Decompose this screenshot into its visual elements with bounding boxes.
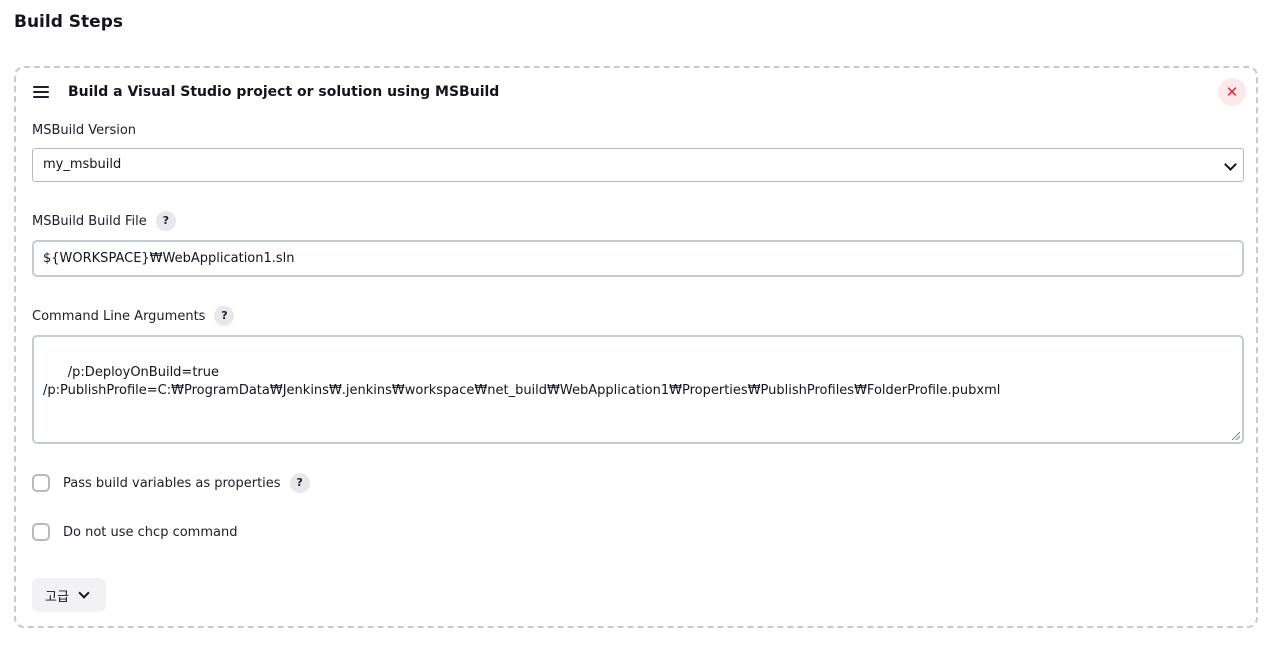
command-line-textarea[interactable]: /p:DeployOnBuild=true /p:PublishProfile=… [32,335,1244,444]
chevron-down-icon [78,587,90,599]
msbuild-version-select[interactable]: my_msbuild [32,148,1244,182]
build-file-label-text: MSBuild Build File [32,213,147,229]
resize-grip-icon[interactable] [1232,432,1240,440]
build-step-card: Build a Visual Studio project or solutio… [14,66,1258,628]
help-icon[interactable]: ? [155,211,176,231]
no-chcp-row: Do not use chcp command [32,523,237,541]
build-file-input[interactable]: ${WORKSPACE}₩WebApplication1.sln [32,240,1244,277]
command-line-value: /p:DeployOnBuild=true /p:PublishProfile=… [43,365,1001,398]
close-icon[interactable]: ✕ [1218,78,1246,106]
no-chcp-label: Do not use chcp command [63,524,238,540]
help-icon[interactable]: ? [289,473,310,493]
pass-build-vars-checkbox[interactable] [32,474,50,492]
advanced-button[interactable]: 고급 [32,578,106,612]
pass-build-vars-row: Pass build variables as properties ? [32,473,310,493]
no-chcp-checkbox[interactable] [32,523,50,541]
pass-build-vars-label: Pass build variables as properties [63,475,281,491]
msbuild-version-selected: my_msbuild [43,157,122,172]
help-icon[interactable]: ? [214,306,235,326]
command-line-label: Command Line Arguments ? [32,306,235,326]
step-title: Build a Visual Studio project or solutio… [68,84,500,100]
section-title: Build Steps [14,12,123,32]
advanced-label: 고급 [45,589,69,605]
command-line-label-text: Command Line Arguments [32,308,206,324]
chevron-down-icon [1224,158,1237,171]
msbuild-version-label-text: MSBuild Version [32,123,137,138]
msbuild-version-label: MSBuild Version [32,123,136,138]
build-file-label: MSBuild Build File ? [32,211,176,231]
drag-handle-icon[interactable] [33,86,49,98]
build-steps-page: Build Steps Build a Visual Studio projec… [0,0,1286,647]
